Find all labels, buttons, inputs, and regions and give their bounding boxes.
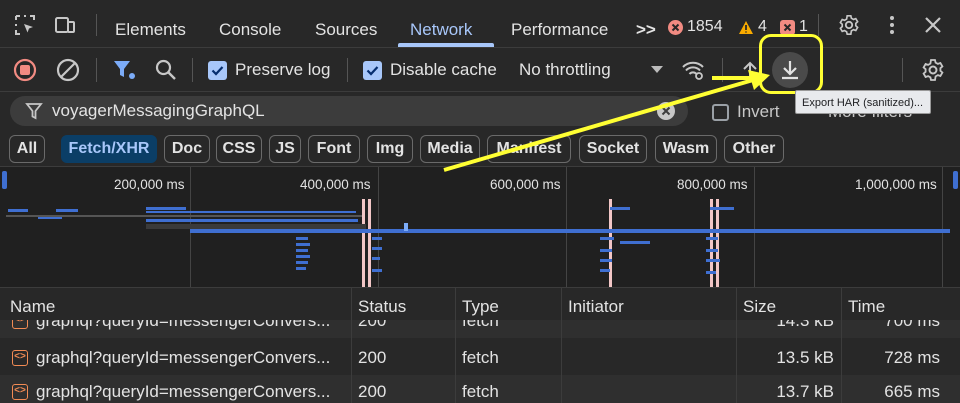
annotation-arrow: [443, 70, 770, 172]
